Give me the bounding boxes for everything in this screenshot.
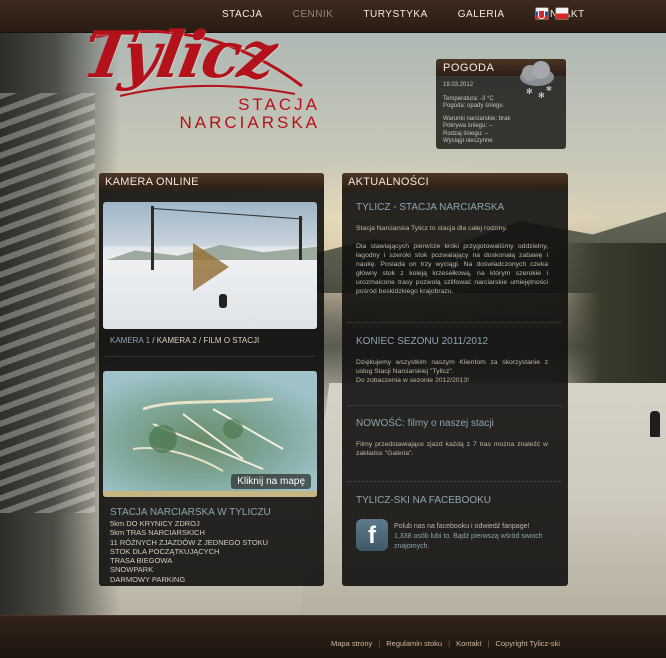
news-panel-title: AKTUALNOŚCI [342,173,568,190]
footer-sitemap-link[interactable]: Mapa strony [331,639,372,648]
weather-lifts: Wyciągi nieczynne [443,138,493,144]
snow-cloud-icon: ✻ ✻ ✻ [520,61,554,100]
logo-subtitle-line2: NARCIARSKA [179,113,320,132]
facebook-invite: Polub nas na facebooku i odwiedź fanpage… [394,523,530,530]
play-icon[interactable] [193,243,229,291]
camera-1-link[interactable]: KAMERA 1 [110,336,150,345]
weather-conditions: Pogoda: opady śniegu [443,103,503,109]
news-text: Dziękujemy wszystkim naszym Klientom za … [356,359,548,375]
divider [105,356,315,357]
camera-panel: KAMERA ONLINE KAMERA 1 / KAMERA 2 / FILM… [99,173,324,586]
logo-subtitle: STACJA NARCIARSKA [168,96,320,132]
news-item: NOWOŚĆ: filmy o naszej stacji Filmy prze… [356,418,548,458]
facebook-likes[interactable]: 1,338 osób lubi to. Bądź pierwszą wśród … [394,532,556,552]
slope-map-trails [132,397,284,472]
list-item: DARMOWY PARKING [110,574,186,584]
news-text: Do zobaczenia w sezonie 2012/2013! [356,377,469,384]
camera-panel-title: KAMERA ONLINE [99,173,324,190]
divider [348,481,562,482]
background-skier [650,411,660,437]
footer-rules-link[interactable]: Regulamin stoku [386,639,442,648]
weather-snow-type: Rodzaj śniegu: -- [443,130,489,137]
footer: Mapa strony | Regulamin stoku | Kontakt | Copy… [0,615,666,658]
camera-links: KAMERA 1 / KAMERA 2 / FILM O STACJI [110,336,260,345]
camera-2-link[interactable]: KAMERA 2 [157,336,197,345]
flag-pl-icon[interactable] [555,7,569,20]
list-item: 5km TRAS NARCIARSKICH [110,528,205,538]
divider [348,322,562,323]
svg-text:✻: ✻ [538,91,545,100]
slope-map-cta[interactable]: Kliknij na mapę [231,474,311,489]
logo-subtitle-line1: STACJA [238,95,320,114]
svg-text:✻: ✻ [526,87,533,96]
background-snow-branches [0,93,95,513]
news-panel: AKTUALNOŚCI TYLICZ - STACJA NARCIARSKA S… [342,173,568,586]
station-title: STACJA NARCIARSKA W TYLICZU [110,507,271,518]
nav-cennik[interactable]: CENNIK [293,9,334,20]
footer-copyright: Copyright Tylicz-ski [495,639,560,648]
news-heading[interactable]: TYLICZ - STACJA NARCIARSKA [356,202,548,213]
news-text: Stacja Narciarska Tylicz to stacja dla c… [356,225,508,232]
slope-map[interactable]: Kliknij na mapę [103,371,317,497]
facebook-section: TYLICZ-SKI NA FACEBOOKU [356,495,548,517]
logo-wordmark[interactable]: Tylicz [77,18,280,93]
list-item: TRASA BIEGOWA [110,556,173,566]
divider [348,405,562,406]
weather-snow-cover: Pokrywa śniegu: -- [443,123,493,129]
news-heading[interactable]: NOWOŚĆ: filmy o naszej stacji [356,418,548,429]
facebook-text: Polub nas na facebooku i odwiedź fanpage… [394,522,556,552]
nav-galeria[interactable]: GALERIA [458,9,505,20]
footer-contact-link[interactable]: Kontakt [456,639,481,648]
station-features: 5km DO KRYNICY ZDROJ 5km TRAS NARCIARSKI… [110,519,268,584]
list-item: 11 RÓŻNYCH ZJAZDÓW Z JEDNEGO STOKU [110,537,269,547]
list-item: 5km DO KRYNICY ZDROJ [110,519,200,528]
station-film-link[interactable]: FILM O STACJI [203,336,259,345]
list-item: SNOWPARK [110,565,154,575]
news-heading[interactable]: KONIEC SEZONU 2011/2012 [356,336,548,347]
weather-ski-conditions: Warunki narciarskie: brak [443,115,511,122]
nav-turystyka[interactable]: TURYSTYKA [363,9,427,20]
facebook-heading[interactable]: TYLICZ-SKI NA FACEBOOKU [356,495,548,506]
flag-sk-icon[interactable] [535,7,549,20]
facebook-icon[interactable]: f [356,519,388,551]
news-item: KONIEC SEZONU 2011/2012 Dziękujemy wszys… [356,336,548,385]
list-item: STOK DLA POCZĄTKUJĄCYCH [110,546,220,556]
news-text: Filmy przedstawiające zjazd każdą z 7 tr… [356,441,548,457]
news-item: TYLICZ - STACJA NARCIARSKA Stacja Narcia… [356,202,548,296]
news-text: Dla stawiających pierwsze kroki przygoto… [356,243,548,295]
weather-widget: POGODA ✻ ✻ ✻ 19.03.2012 Temperatura: -3 … [436,59,566,149]
footer-links: Mapa strony | Regulamin stoku | Kontakt | Copy… [331,639,560,648]
svg-text:✻: ✻ [546,85,552,93]
camera-video-player[interactable] [103,202,317,329]
facebook-widget: f Polub nas na facebooku i odwiedź fanpa… [356,519,556,555]
